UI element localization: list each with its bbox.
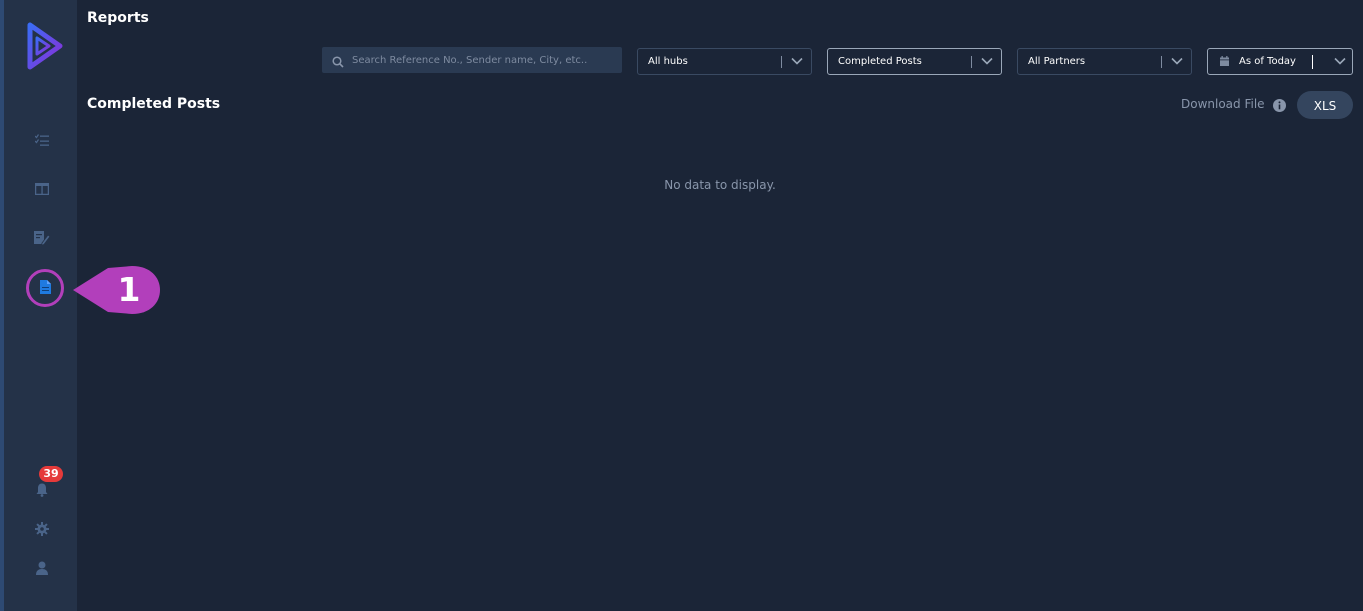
chevron-down-icon [981, 57, 993, 68]
sidebar: 39 [0, 0, 77, 611]
user-icon [36, 561, 48, 575]
report-type-select[interactable]: Completed Posts [827, 48, 1002, 75]
chevron-down-icon [791, 57, 803, 68]
date-select-value: As of Today [1239, 56, 1296, 67]
date-select[interactable]: As of Today [1207, 48, 1353, 75]
nav-item-reports[interactable] [36, 278, 54, 296]
select-divider [1312, 55, 1313, 69]
empty-state-message: No data to display. [664, 178, 776, 192]
select-divider [781, 56, 782, 68]
nav-item-edit[interactable] [33, 229, 51, 247]
app-logo[interactable] [24, 22, 64, 70]
columns-icon [35, 183, 49, 195]
settings-button[interactable] [33, 520, 51, 538]
hubs-select-value: All hubs [648, 56, 688, 67]
calendar-icon [1220, 56, 1229, 69]
search-box[interactable] [322, 47, 622, 73]
select-divider [971, 56, 972, 68]
edit-document-icon [34, 231, 50, 245]
document-icon [39, 280, 51, 294]
notifications-button[interactable] [33, 481, 51, 499]
nav-item-board[interactable] [33, 180, 51, 198]
checklist-icon [35, 134, 49, 146]
step-number: 1 [117, 270, 141, 309]
search-input[interactable] [350, 47, 616, 73]
bell-icon [36, 483, 48, 497]
info-icon[interactable] [1273, 97, 1286, 116]
chevron-down-icon [1171, 57, 1183, 68]
gear-icon [35, 522, 49, 536]
hubs-select[interactable]: All hubs [637, 48, 812, 75]
nav-item-tasks[interactable] [33, 131, 51, 149]
partners-select[interactable]: All Partners [1017, 48, 1192, 75]
profile-button[interactable] [33, 559, 51, 577]
select-divider [1161, 56, 1162, 68]
xls-download-button[interactable]: XLS [1297, 91, 1353, 119]
chevron-down-icon [1334, 57, 1346, 68]
report-type-select-value: Completed Posts [838, 56, 922, 67]
page-title: Reports [87, 10, 149, 26]
download-file-label: Download File [1181, 97, 1265, 111]
search-icon [332, 53, 344, 72]
notification-badge: 39 [39, 466, 63, 482]
partners-select-value: All Partners [1028, 56, 1086, 67]
section-title: Completed Posts [87, 96, 221, 112]
